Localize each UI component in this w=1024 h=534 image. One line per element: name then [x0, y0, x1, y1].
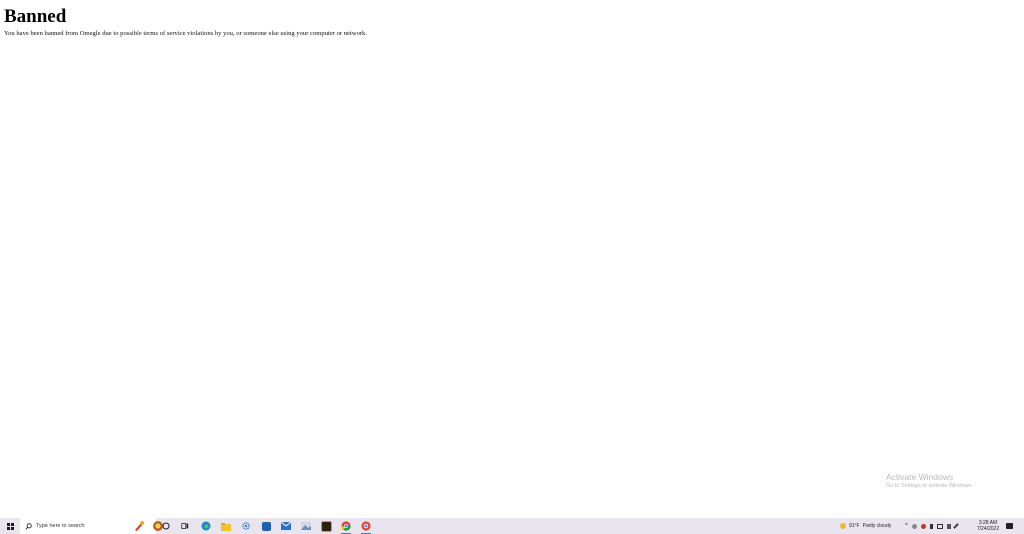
- pen-icon[interactable]: [952, 523, 959, 529]
- terminal-icon: [320, 520, 332, 532]
- system-tray: ^: [905, 518, 959, 534]
- battery-icon[interactable]: [929, 523, 933, 529]
- task-view-button[interactable]: [178, 518, 192, 534]
- partly-cloudy-icon: [840, 523, 846, 529]
- weather-temp: 91°F: [849, 523, 860, 529]
- edge-icon: [201, 521, 211, 531]
- task-view-icon: [181, 523, 189, 529]
- cortana-button[interactable]: [159, 518, 173, 534]
- terminal-button[interactable]: [319, 518, 333, 534]
- security-icon[interactable]: [920, 523, 926, 529]
- onedrive-icon[interactable]: [911, 523, 917, 529]
- ban-message: You have been banned from Omegle due to …: [4, 30, 368, 37]
- taskbar-search[interactable]: Type here to search: [20, 518, 163, 534]
- notification-icon: [1006, 523, 1013, 529]
- search-placeholder: Type here to search: [36, 523, 85, 529]
- store-icon: [261, 521, 271, 531]
- activate-title: Activate Windows: [886, 472, 954, 482]
- clock-date: 7/24/2022: [976, 526, 1000, 532]
- activate-windows-watermark: Activate Windows Go to Settings to activ…: [886, 472, 973, 489]
- cortana-icon: [162, 522, 170, 530]
- settings-icon: [242, 522, 250, 530]
- weather-widget[interactable]: 91°F Partly cloudy: [840, 518, 891, 534]
- mail-button[interactable]: [279, 518, 293, 534]
- settings-button[interactable]: [239, 518, 253, 534]
- notification-center-button[interactable]: [1006, 518, 1018, 534]
- windows-logo-icon: [6, 522, 14, 530]
- search-icon: [25, 522, 32, 530]
- volume-icon[interactable]: [946, 523, 951, 529]
- store-button[interactable]: [259, 518, 273, 534]
- file-explorer-button[interactable]: [219, 518, 233, 534]
- photos-button[interactable]: [299, 518, 313, 534]
- chrome-app-icon: [361, 521, 371, 531]
- page-title: Banned: [4, 6, 67, 27]
- chrome-app-button[interactable]: [359, 518, 373, 534]
- weather-condition: Partly cloudy: [862, 523, 892, 529]
- browser-page: Banned You have been banned from Omegle …: [0, 0, 1024, 518]
- show-hidden-icons-chevron-icon[interactable]: ^: [905, 523, 908, 529]
- chrome-icon: [341, 521, 351, 531]
- file-explorer-icon: [221, 522, 231, 531]
- activate-subtitle: Go to Settings to activate Windows.: [886, 483, 973, 489]
- clock[interactable]: 3:28 AM 7/24/2022: [975, 518, 1001, 534]
- taskbar: Type here to search 91°F Partly cloudy ^…: [0, 518, 1024, 534]
- start-button[interactable]: [2, 518, 18, 534]
- chrome-button[interactable]: [339, 518, 353, 534]
- edge-button[interactable]: [199, 518, 213, 534]
- network-icon[interactable]: [936, 523, 943, 529]
- mail-icon: [281, 522, 291, 530]
- photos-icon: [301, 522, 311, 530]
